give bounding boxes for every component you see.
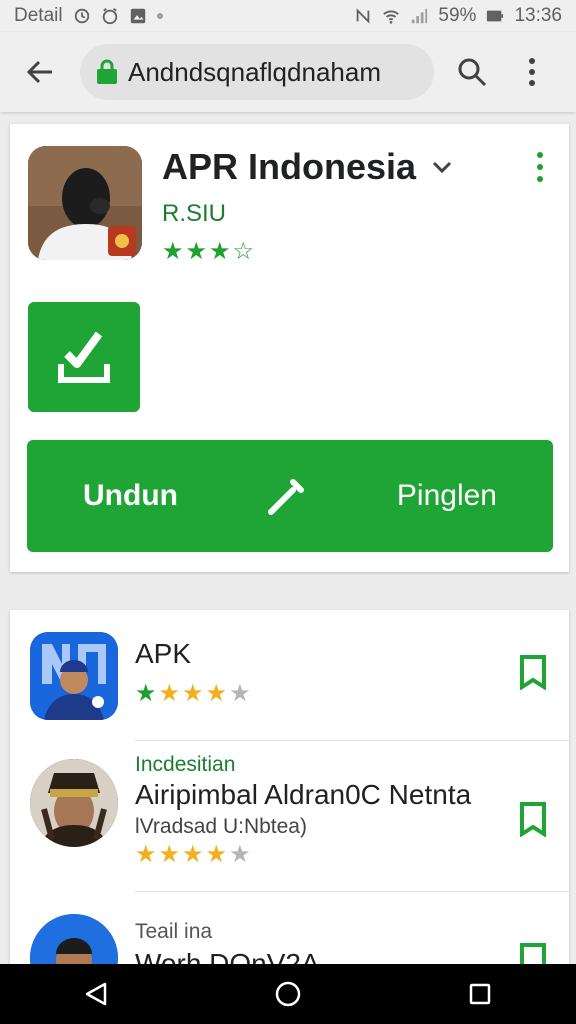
download-done-icon — [58, 331, 110, 383]
wishlist-icon[interactable] — [519, 654, 547, 690]
circle-home-icon — [275, 981, 301, 1007]
star-empty-icon: ★ — [229, 841, 251, 868]
download-button[interactable]: Undun — [83, 479, 178, 513]
list-item-category: Teail ina — [135, 920, 213, 943]
list-item-title: APK — [135, 638, 192, 669]
star-filled-icon: ★ — [182, 841, 204, 868]
battery-percent: 59% — [438, 5, 477, 26]
dot-icon — [537, 152, 543, 158]
star-filled-icon: ★ — [162, 238, 184, 265]
app-subtitle: R.SIU — [162, 200, 227, 227]
status-bar: Detail 59% 13:36 — [0, 0, 576, 32]
star-filled-icon: ★ — [135, 841, 157, 868]
list-item[interactable]: APK ★ ★ ★ ★ ★ — [10, 610, 569, 740]
star-filled-icon: ★ — [205, 680, 228, 707]
list-item-rating: ★ ★ ★ ★ ★ — [135, 843, 251, 867]
star-filled-icon: ★ — [209, 238, 231, 265]
app-icon — [28, 146, 142, 260]
secondary-action-button[interactable]: Pinglen — [397, 479, 497, 513]
app-title: APR Indonesia — [162, 146, 417, 187]
app-title-row[interactable]: APR Indonesia — [162, 146, 452, 188]
search-button[interactable] — [446, 46, 498, 98]
clock-icon — [102, 8, 117, 25]
system-nav-bar — [0, 964, 576, 1024]
url-text: Andndsqnaflqdnaham — [128, 56, 381, 87]
triangle-back-icon — [85, 982, 107, 1006]
nav-recents-button[interactable] — [450, 964, 510, 1024]
wifi-icon — [383, 10, 400, 24]
app-detail-card: APR Indonesia R.SIU ★ ★ ★ ☆ Undun Pingle… — [10, 124, 569, 572]
battery-icon — [487, 10, 504, 22]
notification-dot-icon — [156, 13, 163, 19]
url-bar[interactable]: Andndsqnaflqdnaham — [80, 44, 434, 100]
dot-icon — [537, 164, 543, 170]
status-app-label: Detail — [14, 5, 63, 26]
app-logo-icon — [30, 632, 118, 720]
star-filled-icon: ★ — [158, 841, 181, 868]
alarm-icon — [74, 8, 89, 24]
star-filled-icon: ★ — [182, 680, 204, 707]
list-item-icon — [30, 632, 118, 720]
app-rating: ★ ★ ★ ☆ — [162, 240, 254, 264]
avatar — [30, 759, 118, 847]
star-filled-icon: ★ — [205, 841, 228, 868]
list-item-category: Incdesitian — [135, 753, 236, 776]
star-filled-icon: ★ — [158, 680, 181, 707]
list-item-icon — [30, 759, 118, 847]
list-item-title: Airipimbal Aldran0C Netnta — [135, 779, 472, 810]
wrench-icon — [268, 479, 305, 515]
list-item-icon — [30, 914, 118, 964]
search-icon — [458, 58, 487, 87]
star-filled-icon: ★ — [185, 238, 208, 265]
more-vertical-icon — [529, 58, 535, 86]
back-button[interactable] — [14, 46, 66, 98]
chevron-down-icon — [432, 161, 452, 174]
lock-icon — [97, 59, 117, 84]
related-apps-card: APK ★ ★ ★ ★ ★ Incdesitian Airipimbal Ald… — [10, 610, 569, 964]
star-empty-icon: ★ — [229, 680, 251, 707]
dot-icon — [537, 176, 543, 182]
app-more-button[interactable] — [525, 152, 555, 182]
wishlist-icon[interactable] — [519, 801, 547, 837]
avatar — [30, 914, 118, 964]
star-outline-icon: ☆ — [232, 238, 255, 265]
overflow-menu-button[interactable] — [506, 46, 558, 98]
list-item-title: Worh DOnV2A — [135, 948, 320, 964]
list-item-rating: ★ ★ ★ ★ ★ — [135, 682, 251, 706]
installed-button[interactable] — [28, 302, 140, 412]
arrow-back-icon — [26, 60, 52, 84]
list-item[interactable]: Teail ina Worh DOnV2A — [10, 892, 569, 964]
action-bar: Undun Pinglen — [27, 440, 553, 552]
signal-icon — [412, 8, 428, 24]
wishlist-icon[interactable] — [519, 942, 547, 964]
list-item-developer: lVradsad U:Nbtea) — [135, 815, 307, 838]
nfc-icon — [357, 8, 370, 24]
nav-back-button[interactable] — [66, 964, 126, 1024]
status-time: 13:36 — [514, 5, 562, 26]
star-filled-icon: ★ — [135, 680, 157, 707]
image-icon — [130, 8, 145, 24]
app-icon-image — [28, 146, 142, 260]
square-recents-icon — [469, 983, 491, 1005]
browser-toolbar: Andndsqnaflqdnaham — [0, 32, 576, 112]
list-item[interactable]: Incdesitian Airipimbal Aldran0C Netnta l… — [10, 741, 569, 891]
nav-home-button[interactable] — [258, 964, 318, 1024]
